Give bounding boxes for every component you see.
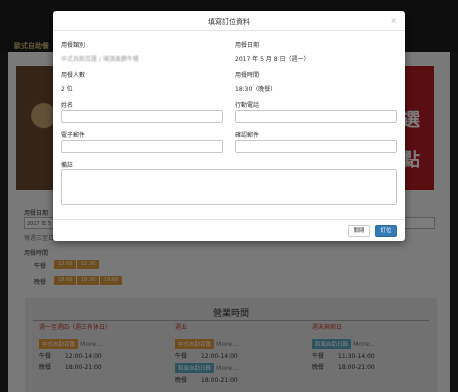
party-size-label: 用餐人數	[61, 72, 86, 79]
name-label: 姓名	[61, 102, 74, 109]
mobile-input[interactable]	[235, 110, 397, 123]
close-button[interactable]: 關閉	[348, 225, 370, 237]
notes-label: 備註	[61, 162, 74, 169]
name-input[interactable]	[61, 110, 223, 123]
notes-textarea[interactable]	[61, 169, 397, 205]
meal-date-value: 2017 年 5 月 8 日（週一）	[235, 56, 310, 63]
modal-title: 填寫訂位資料	[208, 18, 250, 26]
meal-type-value: 中式自助百匯 / 埔頂美饌午餐	[61, 56, 139, 63]
mobile-label: 行動電話	[235, 102, 260, 109]
meal-time-label: 用餐時間	[235, 72, 260, 79]
email-label: 電子郵件	[61, 132, 86, 139]
book-button[interactable]: 訂位	[375, 225, 397, 237]
confirm-email-label: 確認郵件	[235, 132, 260, 139]
modal-footer: 關閉 訂位	[53, 219, 405, 241]
modal-header: 填寫訂位資料 ×	[53, 11, 405, 31]
reservation-modal: 填寫訂位資料 × 用餐類別 中式自助百匯 / 埔頂美饌午餐 用餐日期 2017 …	[53, 11, 405, 241]
meal-type-label: 用餐類別	[61, 42, 86, 49]
party-size-value: 2 位	[61, 86, 73, 93]
close-icon[interactable]: ×	[390, 16, 397, 25]
meal-date-label: 用餐日期	[235, 42, 260, 49]
confirm-email-input[interactable]	[235, 140, 397, 153]
meal-time-value: 18:30（晚餐）	[235, 86, 277, 93]
email-input[interactable]	[61, 140, 223, 153]
